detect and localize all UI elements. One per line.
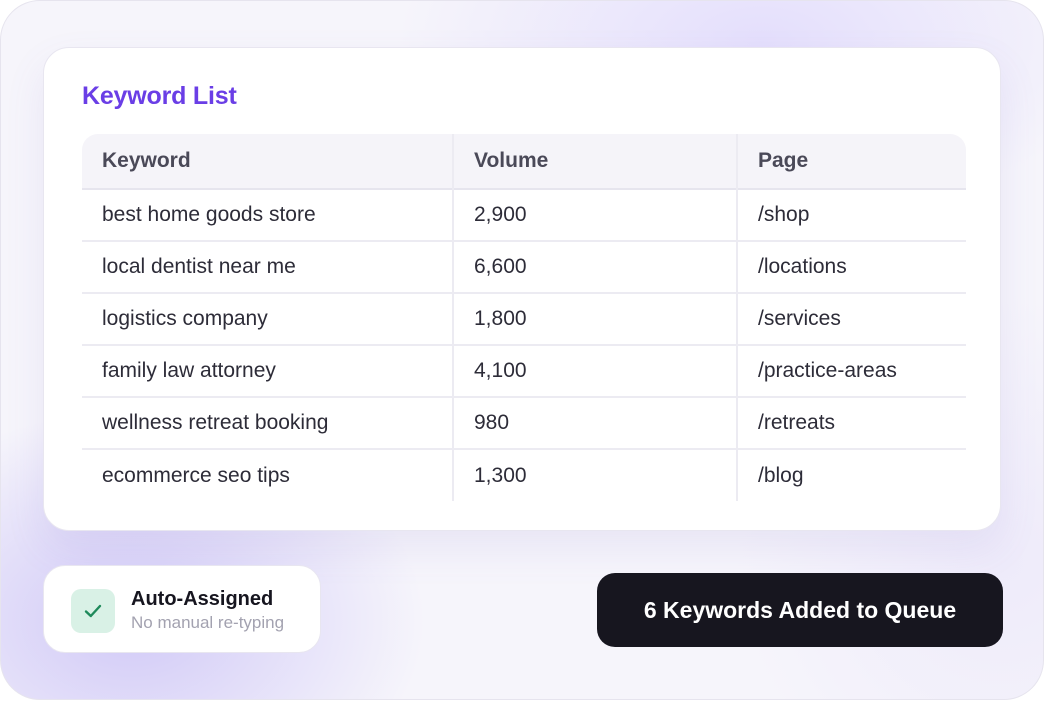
keyword-cell: wellness retreat booking: [82, 396, 453, 449]
column-header-keyword: Keyword: [102, 149, 191, 172]
check-icon: [71, 589, 115, 633]
column-header-volume: Volume: [452, 134, 737, 189]
page-cell: /shop: [736, 188, 966, 241]
table-row: ecommerce seo tips 1,300 /blog: [82, 448, 966, 501]
keyword-cell: local dentist near me: [82, 240, 453, 293]
background-panel: Keyword List Keyword Volume Page best ho…: [0, 0, 1044, 700]
keyword-cell: family law attorney: [82, 344, 453, 397]
table-row: local dentist near me 6,600 /locations: [82, 240, 966, 293]
volume-cell: 1,800: [452, 292, 737, 345]
volume-cell: 1,300: [452, 448, 737, 501]
keyword-table: Keyword Volume Page best home goods stor…: [82, 134, 966, 501]
volume-cell: 4,100: [452, 344, 737, 397]
keywords-added-button[interactable]: 6 Keywords Added to Queue: [597, 573, 1003, 647]
keyword-cell: best home goods store: [82, 188, 453, 241]
volume-cell: 980: [452, 396, 737, 449]
card-title: Keyword List: [82, 82, 237, 110]
page-cell: /blog: [736, 448, 966, 501]
badge-subtitle: No manual re-typing: [131, 613, 285, 632]
keyword-list-card: Keyword List Keyword Volume Page best ho…: [43, 47, 1001, 531]
table-row: logistics company 1,800 /services: [82, 292, 966, 345]
table-row: best home goods store 2,900 /shop: [82, 188, 966, 241]
page-cell: /practice-areas: [736, 344, 966, 397]
page-cell: /retreats: [736, 396, 966, 449]
auto-assigned-badge: Auto-Assigned No manual re-typing: [43, 565, 321, 653]
volume-cell: 6,600: [452, 240, 737, 293]
page-cell: /services: [736, 292, 966, 345]
keyword-cell: ecommerce seo tips: [82, 448, 453, 501]
column-header-page: Page: [736, 134, 966, 189]
volume-cell: 2,900: [452, 188, 737, 241]
page-cell: /locations: [736, 240, 966, 293]
keyword-cell: logistics company: [82, 292, 453, 345]
table-row: family law attorney 4,100 /practice-area…: [82, 344, 966, 397]
table-row: wellness retreat booking 980 /retreats: [82, 396, 966, 449]
table-header-row: Keyword Volume Page: [82, 134, 966, 189]
badge-title: Auto-Assigned: [131, 588, 274, 610]
